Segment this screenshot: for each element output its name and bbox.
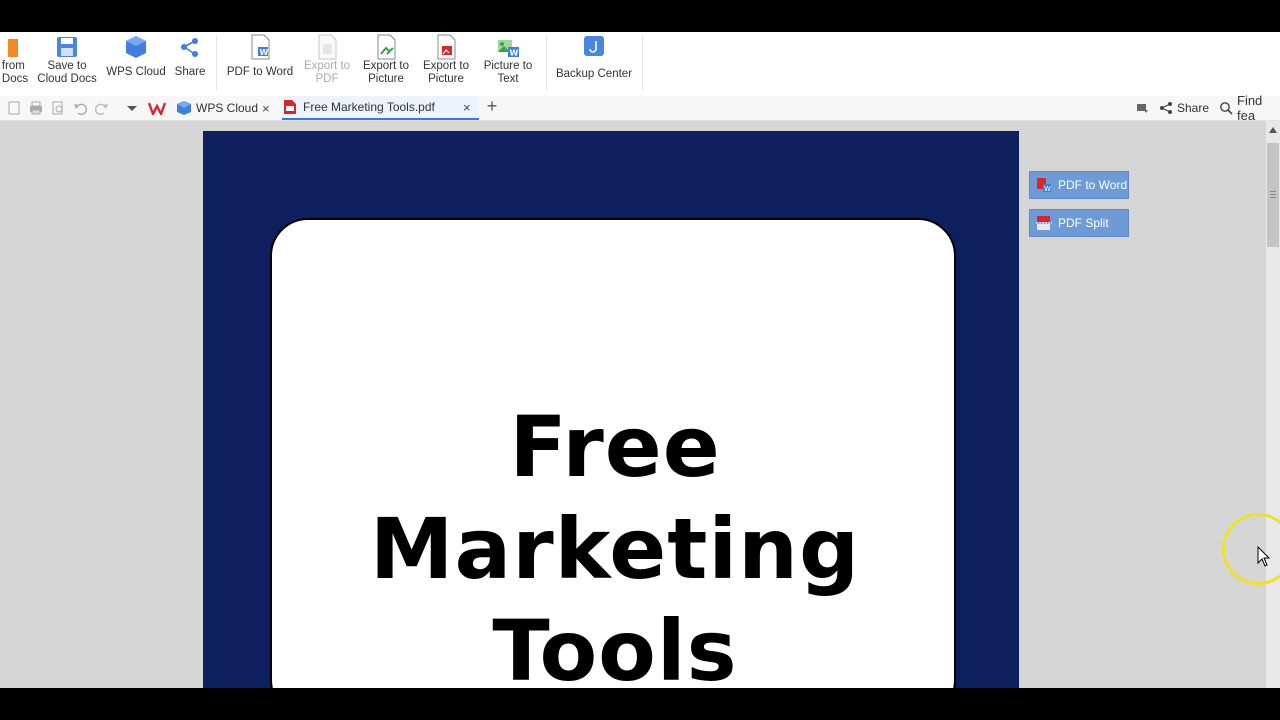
window-top-bar	[0, 0, 1280, 32]
share-icon[interactable]	[1158, 100, 1174, 116]
pdf-to-word-icon: W	[248, 34, 272, 60]
export-to-picture-button[interactable]: Export to Picture	[358, 34, 414, 92]
tab-bar: WPS Cloud × Free Marketing Tools.pdf × +…	[0, 93, 1280, 123]
backup-center-icon	[582, 34, 606, 60]
search-icon[interactable]	[1218, 100, 1234, 116]
window-bottom-bar	[0, 688, 1280, 720]
document-title-line-1: Free Marketing	[369, 398, 861, 598]
export-to-pdf-button[interactable]: Export to PDF	[300, 34, 354, 92]
side-button-label: PDF Split	[1058, 216, 1109, 230]
side-button-label: PDF to Word	[1058, 178, 1128, 192]
backup-center-button[interactable]: Backup Center	[552, 34, 636, 92]
vertical-scrollbar[interactable]	[1266, 121, 1280, 688]
from-docs-button[interactable]: from Docs	[0, 34, 30, 92]
pdf-file-icon	[284, 100, 296, 114]
svg-text:W: W	[260, 48, 269, 57]
picture-to-text-icon: W	[496, 34, 520, 60]
wps-cloud-icon	[124, 34, 148, 60]
print-preview-icon[interactable]	[50, 100, 66, 116]
document-workspace: Free Marketing Tools W PDF to Word PDF S…	[0, 121, 1280, 688]
svg-text:W: W	[510, 49, 519, 58]
pdf-to-word-icon: W	[1037, 178, 1051, 193]
docs-icon	[2, 34, 26, 60]
export-to-picture-button-2[interactable]: Export to Picture	[418, 34, 474, 92]
print-icon[interactable]	[28, 100, 44, 116]
title-card: Free Marketing Tools	[270, 218, 956, 688]
ribbon-button-label: Backup Center	[555, 68, 633, 80]
redo-icon[interactable]	[94, 100, 110, 116]
ribbon-button-label: Share	[174, 66, 206, 78]
minimize-ribbon-icon[interactable]	[1134, 100, 1150, 116]
pdf-to-word-side-button[interactable]: W PDF to Word	[1029, 171, 1129, 199]
save-to-cloud-docs-button[interactable]: Save to Cloud Docs	[34, 34, 100, 92]
export-picture-icon	[434, 34, 458, 60]
ribbon-button-label: Picture to Text	[483, 60, 533, 85]
tab-label: Free Marketing Tools.pdf	[303, 100, 435, 114]
ribbon-button-label: PDF to Word	[226, 66, 294, 78]
ribbon-button-label: WPS Cloud	[106, 66, 166, 78]
ribbon-separator	[546, 36, 547, 90]
ribbon-button-label: Export to PDF	[303, 60, 351, 85]
wps-logo-icon[interactable]	[148, 100, 166, 116]
ribbon-button-label: Save to Cloud Docs	[37, 60, 97, 85]
share-button[interactable]: Share	[172, 34, 208, 92]
mouse-pointer-icon	[1257, 546, 1271, 567]
picture-to-text-button[interactable]: W Picture to Text	[478, 34, 538, 92]
wps-cloud-button[interactable]: WPS Cloud	[104, 34, 168, 92]
ribbon-separator	[216, 36, 217, 90]
share-label[interactable]: Share	[1177, 96, 1209, 120]
close-icon[interactable]: ×	[463, 100, 471, 115]
undo-icon[interactable]	[72, 100, 88, 116]
ribbon-button-label: Export to Picture	[362, 60, 410, 85]
new-doc-icon[interactable]	[6, 100, 22, 116]
ribbon-button-label: from Docs	[1, 60, 29, 85]
pdf-split-icon	[1036, 216, 1052, 230]
export-pdf-icon	[315, 34, 339, 60]
find-features-label[interactable]: Find fea	[1237, 93, 1280, 123]
save-cloud-icon	[55, 34, 79, 60]
tab-free-marketing-tools-pdf[interactable]: Free Marketing Tools.pdf ×	[282, 96, 479, 120]
add-tab-button[interactable]: +	[484, 96, 500, 116]
ribbon-toolbar: from Docs Save to Cloud Docs WPS Cloud S…	[0, 32, 1280, 96]
svg-text:W: W	[1044, 185, 1051, 193]
document-title: Free Marketing Tools	[272, 396, 958, 688]
close-icon[interactable]: ×	[262, 101, 270, 116]
tab-label: WPS Cloud	[196, 101, 259, 115]
pdf-page: Free Marketing Tools	[203, 131, 1019, 688]
export-picture-icon	[374, 34, 398, 60]
pdf-to-word-button[interactable]: W PDF to Word	[224, 34, 296, 92]
chevron-down-icon[interactable]	[124, 100, 140, 116]
scroll-up-icon[interactable]	[1269, 127, 1277, 133]
tab-wps-cloud[interactable]: WPS Cloud ×	[172, 96, 282, 120]
wps-cloud-icon	[177, 101, 191, 115]
ribbon-button-label: Export to Picture	[422, 60, 470, 85]
share-icon	[178, 34, 202, 60]
cursor-highlight	[1222, 513, 1280, 585]
ribbon-separator	[642, 36, 643, 90]
pdf-split-side-button[interactable]: PDF Split	[1029, 209, 1129, 237]
document-title-line-2: Tools	[492, 602, 738, 688]
scrollbar-thumb[interactable]	[1267, 143, 1279, 247]
